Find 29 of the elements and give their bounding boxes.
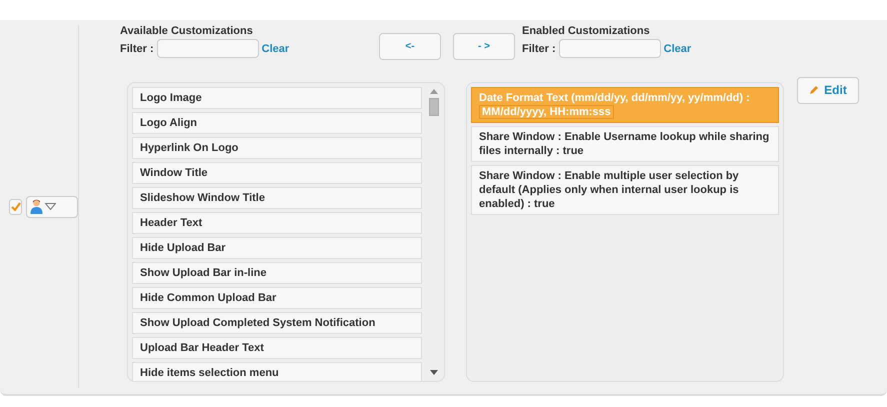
pencil-icon — [809, 85, 820, 95]
list-item[interactable]: Hide items selection menu — [132, 362, 422, 380]
filter-field[interactable] — [558, 39, 661, 58]
filter-field[interactable] — [156, 39, 259, 58]
list-item[interactable]: Hyperlink On Logo — [132, 136, 422, 158]
caret-down-icon — [45, 203, 56, 210]
list-item[interactable]: Show Upload Completed System Notification — [132, 312, 422, 334]
list-item[interactable]: Hide Common Upload Bar — [132, 286, 422, 308]
move-left-button[interactable]: <- — [379, 33, 441, 60]
section-title: Available Customizations — [120, 25, 254, 37]
list-item[interactable]: Header Text — [132, 212, 422, 234]
filter-label: Filter : — [522, 42, 556, 54]
list-item[interactable]: Slideshow Window Title — [132, 186, 422, 208]
user-dropdown[interactable] — [26, 196, 78, 218]
edit-button[interactable]: Edit — [797, 76, 859, 104]
list-item[interactable]: Hide Upload Bar — [132, 236, 422, 258]
user-icon — [30, 199, 44, 214]
section-title: Enabled Customizations — [522, 25, 651, 37]
list-item[interactable]: Upload Bar Header Text — [132, 336, 422, 358]
list-item[interactable]: Logo Image — [132, 86, 422, 108]
check-icon — [10, 202, 21, 211]
move-right-button[interactable]: - > — [453, 33, 515, 60]
list-item[interactable]: Show Upload Bar in-line — [132, 262, 422, 284]
list-item[interactable]: Logo Align — [132, 112, 422, 134]
filter-label: Filter : — [120, 42, 154, 54]
checkbox[interactable] — [9, 198, 22, 214]
list-item[interactable]: Share Window : Enable Username lookup while sharing files internally : true — [471, 126, 779, 162]
list-item[interactable]: Window Title — [132, 162, 422, 184]
list-item[interactable]: Share Window : Enable multiple user selection by default (Applies only when internal user lookup is enabled) : true — [471, 164, 779, 214]
